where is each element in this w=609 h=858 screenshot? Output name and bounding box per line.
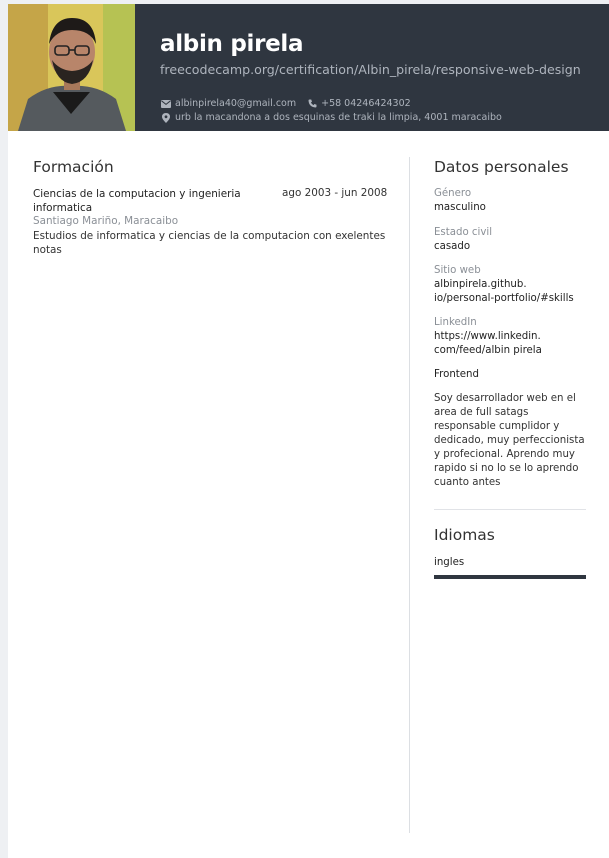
- website-value-line-1[interactable]: albinpirela.github.: [434, 278, 594, 292]
- education-item-title: Ciencias de la computacion y ingenieria …: [33, 188, 241, 214]
- column-divider: [409, 157, 410, 833]
- gender-field: Género masculino: [434, 187, 594, 215]
- education-item-dates: ago 2003 - jun 2008: [282, 187, 388, 199]
- resume-header: albin pirela freecodecamp.org/certificat…: [8, 4, 609, 131]
- phone-icon: [306, 99, 318, 109]
- section-divider: [434, 509, 586, 510]
- email-text[interactable]: albinpirela40@gmail.com: [175, 98, 296, 109]
- address-text: urb la macandona a dos esquinas de traki…: [175, 112, 502, 123]
- linkedin-value-line-1[interactable]: https://www.linkedin.: [434, 330, 594, 344]
- education-item-place: Santiago Mariño, Maracaibo: [33, 215, 179, 227]
- role-text: Frontend: [434, 369, 479, 380]
- website-field: Sitio web albinpirela.github. io/persona…: [434, 264, 594, 306]
- language-level-bar: [434, 575, 586, 579]
- civil-status-label: Estado civil: [434, 227, 493, 238]
- gender-label: Género: [434, 188, 472, 199]
- personal-data-title: Datos personales: [434, 158, 569, 176]
- education-title: Formación: [33, 158, 114, 176]
- resume-page: albin pirela freecodecamp.org/certificat…: [8, 4, 609, 858]
- education-item-description: Estudios de informatica y ciencias de la…: [33, 230, 386, 256]
- civil-status-value: casado: [434, 241, 471, 252]
- map-marker-icon: [160, 112, 172, 123]
- gender-value: masculino: [434, 202, 486, 213]
- language-level-fill: [434, 575, 586, 579]
- phone-text[interactable]: +58 04246424302: [321, 98, 411, 109]
- linkedin-label: LinkedIn: [434, 317, 477, 328]
- linkedin-field: LinkedIn https://www.linkedin. com/feed/…: [434, 316, 594, 358]
- summary-text: Soy desarrollador web en el area de full…: [434, 393, 585, 488]
- portfolio-url[interactable]: freecodecamp.org/certification/Albin_pir…: [160, 62, 581, 77]
- language-name: ingles: [434, 557, 465, 568]
- linkedin-value-line-2[interactable]: com/feed/albin pirela: [434, 344, 594, 358]
- envelope-icon: [160, 99, 172, 109]
- candidate-name: albin pirela: [160, 31, 304, 57]
- contact-line-2: urb la macandona a dos esquinas de traki…: [160, 112, 502, 123]
- website-label: Sitio web: [434, 265, 481, 276]
- contact-line-1: albinpirela40@gmail.com +58 04246424302: [160, 98, 411, 109]
- website-value-line-2[interactable]: io/personal-portfolio/#skills: [434, 292, 594, 306]
- profile-photo: [8, 4, 135, 131]
- languages-title: Idiomas: [434, 526, 495, 544]
- civil-status-field: Estado civil casado: [434, 226, 594, 254]
